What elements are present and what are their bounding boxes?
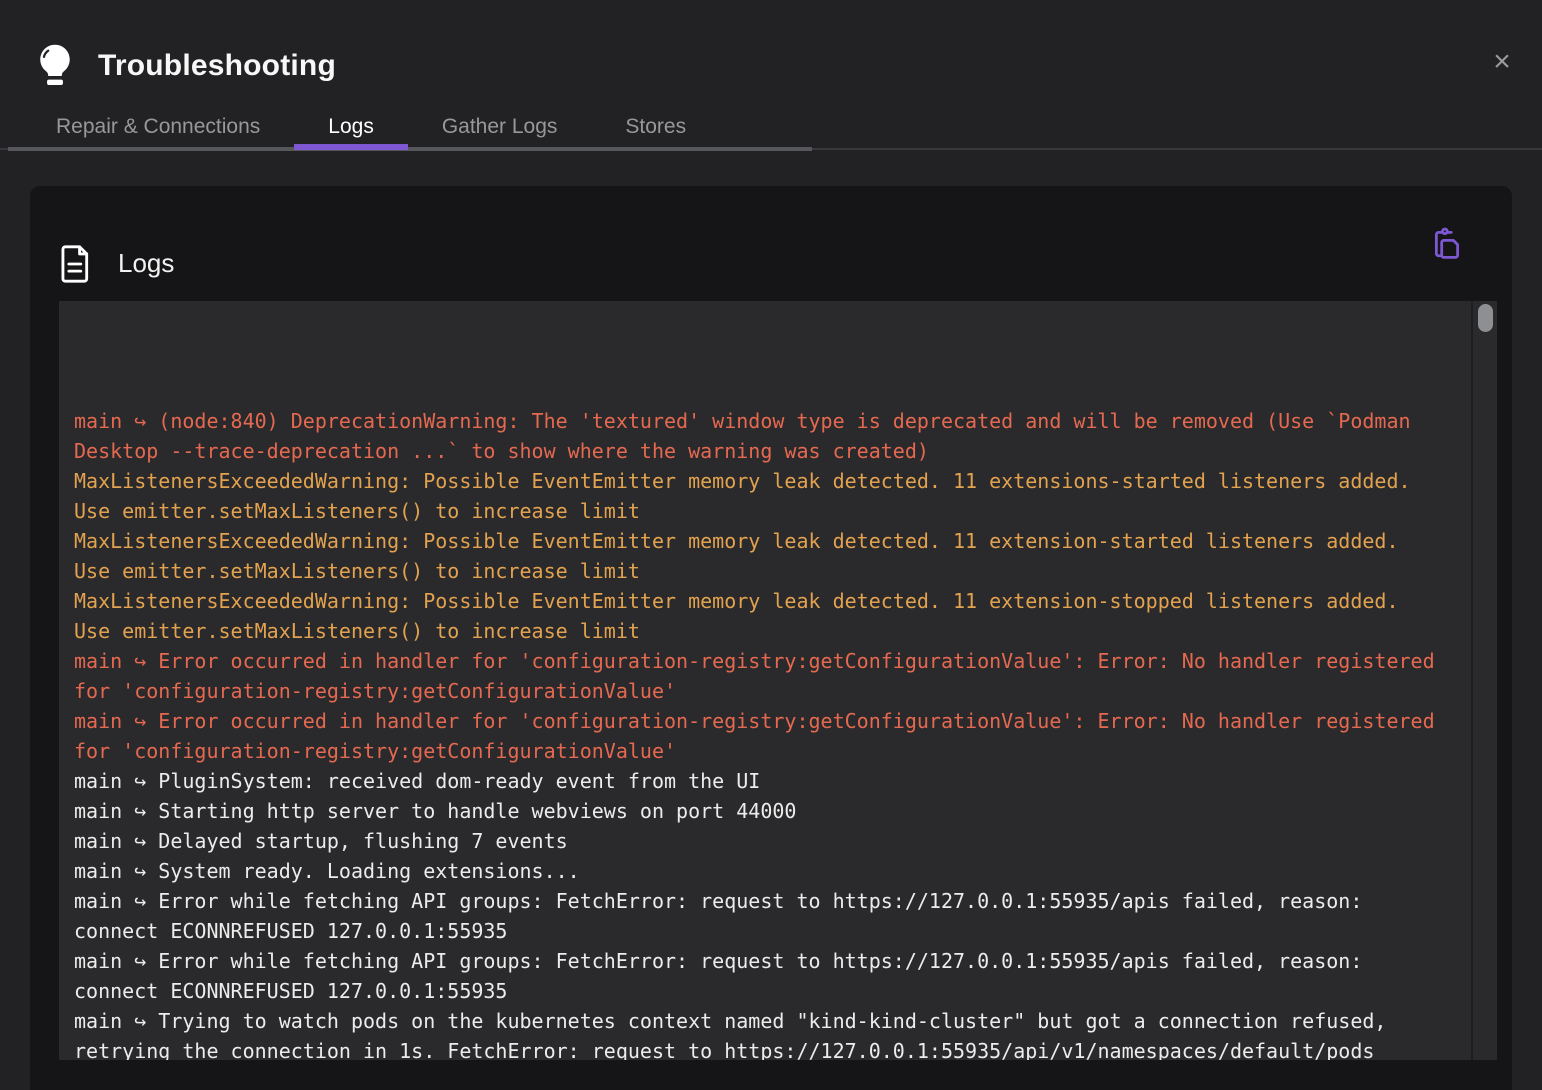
logs-panel: Logs main ↪ (node:840) DeprecationWarnin…: [30, 186, 1512, 1090]
scrollbar-thumb[interactable]: [1478, 304, 1493, 332]
tab-gather-logs[interactable]: Gather Logs: [408, 106, 592, 148]
lightbulb-icon: [38, 43, 72, 89]
tab-logs[interactable]: Logs: [294, 106, 408, 148]
tabs-scrollbar: [8, 147, 812, 151]
tab-repair-connections[interactable]: Repair & Connections: [22, 106, 294, 148]
logs-panel-title: Logs: [118, 248, 174, 279]
log-line: MaxListenersExceededWarning: Possible Ev…: [74, 526, 1446, 586]
log-line: main ↪ System ready. Loading extensions.…: [74, 856, 1446, 886]
log-line: main ↪ Trying to watch pods on the kuber…: [74, 1006, 1446, 1060]
log-line: MaxListenersExceededWarning: Possible Ev…: [74, 466, 1446, 526]
log-line: main ↪ (node:840) DeprecationWarning: Th…: [74, 406, 1446, 466]
dialog-header: Troubleshooting ×: [0, 0, 1542, 98]
tab-stores[interactable]: Stores: [591, 106, 720, 148]
log-line: main ↪ Error while fetching API groups: …: [74, 946, 1446, 1006]
log-line: main ↪ Starting http server to handle we…: [74, 796, 1446, 826]
tab-bar: Repair & ConnectionsLogsGather LogsStore…: [0, 106, 1542, 150]
log-line: main ↪ Delayed startup, flushing 7 event…: [74, 826, 1446, 856]
log-line: main ↪ Error occurred in handler for 'co…: [74, 646, 1446, 706]
troubleshooting-dialog: Troubleshooting × Repair & ConnectionsLo…: [0, 0, 1542, 1090]
document-icon: [60, 245, 92, 283]
close-icon[interactable]: ×: [1484, 44, 1520, 80]
copy-to-clipboard-icon[interactable]: [1430, 226, 1464, 260]
scrollbar-track: [1471, 301, 1473, 1060]
log-line: MaxListenersExceededWarning: Possible Ev…: [74, 586, 1446, 646]
log-line: main ↪ Error while fetching API groups: …: [74, 886, 1446, 946]
log-line: main ↪ Error occurred in handler for 'co…: [74, 706, 1446, 766]
log-line: main ↪ PluginSystem: received dom-ready …: [74, 766, 1446, 796]
log-output[interactable]: main ↪ (node:840) DeprecationWarning: Th…: [59, 301, 1497, 1060]
logs-panel-header: Logs: [30, 186, 1512, 301]
log-content: main ↪ (node:840) DeprecationWarning: Th…: [59, 301, 1446, 1060]
page-title: Troubleshooting: [98, 49, 336, 83]
